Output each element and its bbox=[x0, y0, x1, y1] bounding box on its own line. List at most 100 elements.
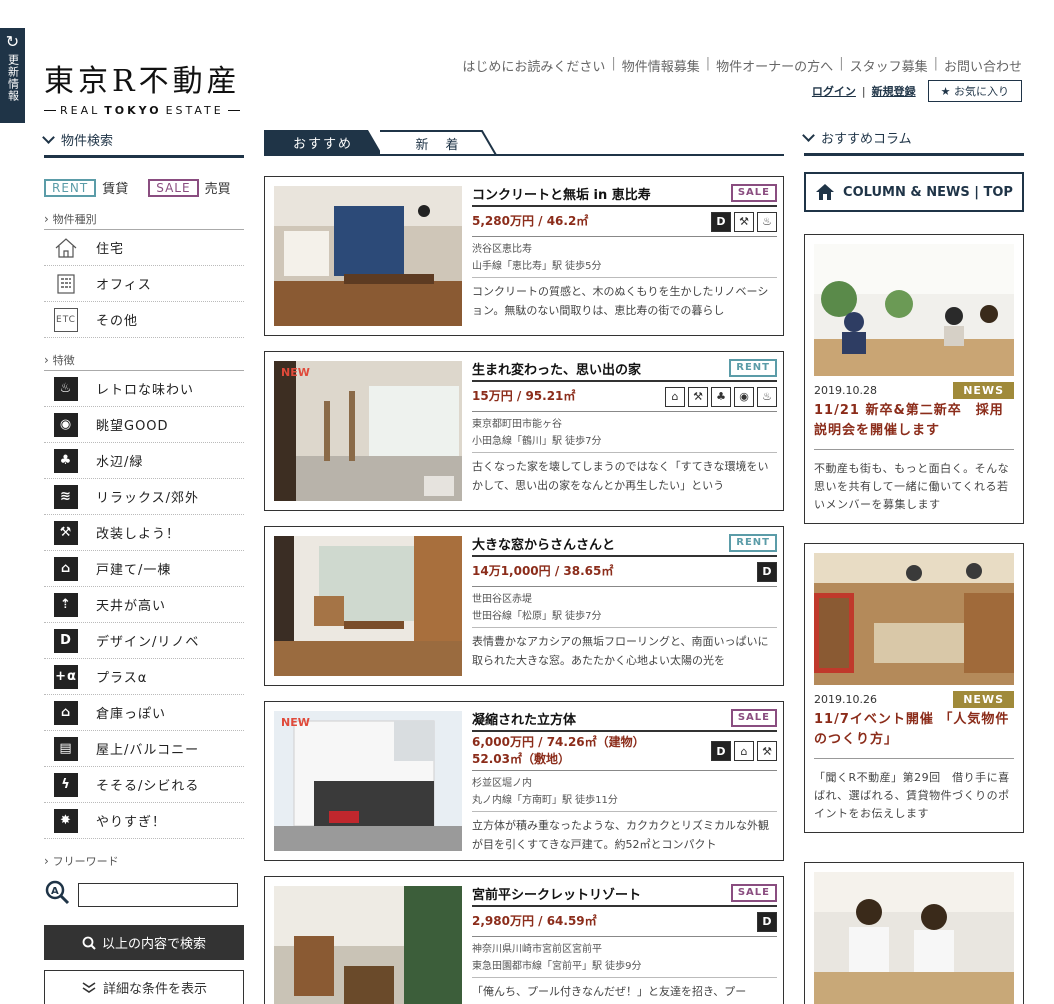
column-card[interactable]: 2019.10.26 NEWS 11/7イベント開催 「人気物件のつくり方」 「聞くR… bbox=[804, 543, 1024, 833]
column-card[interactable] bbox=[804, 862, 1024, 1004]
listing-card[interactable]: NEW 生まれ変わった、思い出の家 RENT 15万円 / 95.21㎡ ⌂ ⚒ ♣ ◉ ♨ 東京… bbox=[264, 351, 784, 511]
update-info-tab[interactable]: ↻ 更新情報 bbox=[0, 28, 25, 123]
listing-title-row: コンクリートと無垢 in 恵比寿 SALE bbox=[472, 181, 777, 207]
retro-icon: ♨ bbox=[54, 376, 78, 401]
feature-item[interactable]: ✸ やりすぎ！ bbox=[44, 803, 244, 839]
column-title[interactable]: 11/7イベント開催 「人気物件のつくり方」 bbox=[814, 710, 1014, 759]
type-label: その他 bbox=[96, 314, 139, 329]
column-photo[interactable] bbox=[814, 872, 1014, 1004]
listing-photo[interactable] bbox=[274, 186, 462, 326]
feature-item[interactable]: ⚒ 改装しよう！ bbox=[44, 515, 244, 551]
logo-en-a: REAL bbox=[60, 104, 101, 117]
feature-label: 眺望GOOD bbox=[96, 419, 169, 434]
listing-info: 凝縮された立方体 SALE 6,000万円 / 74.26㎡（建物）52.03㎡（敷… bbox=[472, 706, 777, 854]
login-link[interactable]: ログイン bbox=[812, 83, 856, 99]
feature-item[interactable]: ♨ レトロな味わい bbox=[44, 371, 244, 407]
feature-item[interactable]: ♣ 水辺/緑 bbox=[44, 443, 244, 479]
listing-card[interactable]: 宮前平シークレットリゾート SALE 2,980万円 / 64.59㎡ D 神奈川県川崎… bbox=[264, 876, 784, 1004]
freeword-input[interactable] bbox=[78, 883, 238, 907]
column-card[interactable]: 2019.10.28 NEWS 11/21 新卒&第二新卒 採用説明会を開催します不… bbox=[804, 234, 1024, 524]
nav-owners[interactable]: 物件オーナーの方へ bbox=[716, 56, 833, 75]
listing-title[interactable]: 大きな窓からさんさんと bbox=[472, 534, 615, 553]
listing-title[interactable]: 生まれ変わった、思い出の家 bbox=[472, 359, 641, 378]
retro-icon: ♨ bbox=[757, 211, 777, 232]
design-icon: D bbox=[54, 628, 78, 653]
column-panel: おすすめコラム COLUMN & NEWS | TOP 2019.10.28 NE… bbox=[802, 128, 1024, 1004]
feature-label: 倉庫っぽい bbox=[96, 707, 167, 722]
column-title[interactable]: 11/21 新卒&第二新卒 採用説明会を開催します bbox=[814, 401, 1014, 450]
listing-title[interactable]: 宮前平シークレットリゾート bbox=[472, 884, 641, 903]
rent-label[interactable]: 賃貸 bbox=[102, 178, 128, 197]
feature-item[interactable]: ϟ そそる/シビれる bbox=[44, 767, 244, 803]
search-panel: 物件検索 RENT 賃貸 SALE 売買 物件種別 住宅 オフィス ETC その… bbox=[42, 130, 244, 1004]
feature-item[interactable]: ◉ 眺望GOOD bbox=[44, 407, 244, 443]
nav-read-first[interactable]: はじめにお読みください bbox=[462, 56, 605, 75]
sale-tag[interactable]: SALE bbox=[148, 178, 199, 197]
news-badge: NEWS bbox=[953, 382, 1014, 399]
feature-label: プラスα bbox=[96, 671, 148, 686]
search-icon: A bbox=[44, 879, 74, 911]
nav-listing-recruit[interactable]: 物件情報募集 bbox=[622, 56, 700, 75]
feature-label: やりすぎ！ bbox=[96, 815, 167, 830]
listing-photo[interactable] bbox=[274, 711, 462, 851]
feature-item[interactable]: ⌂ 倉庫っぽい bbox=[44, 695, 244, 731]
listing-area: 渋谷区恵比寿 bbox=[472, 244, 532, 255]
listing-station: 東急田園都市線「宮前平」駅 徒歩9分 bbox=[472, 958, 777, 978]
site-logo[interactable]: 東京R不動産 REAL TOKYO ESTATE bbox=[44, 56, 241, 117]
design-icon: D bbox=[711, 741, 731, 761]
listing-photo[interactable] bbox=[274, 536, 462, 676]
feature-label: 水辺/緑 bbox=[96, 455, 144, 470]
feature-item[interactable]: ≋ リラックス/郊外 bbox=[44, 479, 244, 515]
nav-contact[interactable]: お問い合わせ bbox=[944, 56, 1022, 75]
new-flag: NEW bbox=[281, 366, 310, 379]
logo-en-b: TOKYO bbox=[104, 104, 162, 117]
column-heading: おすすめコラム bbox=[802, 128, 1024, 156]
type-item-office[interactable]: オフィス bbox=[44, 266, 244, 302]
listing-area: おすすめ 新 着 コンクリートと無垢 in 恵比寿 SALE 5,280万円 / 4… bbox=[264, 130, 784, 1004]
listing-card[interactable]: コンクリートと無垢 in 恵比寿 SALE 5,280万円 / 46.2㎡ D ⚒ ♨ 渋谷… bbox=[264, 176, 784, 336]
nav-staff-recruit[interactable]: スタッフ募集 bbox=[850, 56, 928, 75]
favorites-button[interactable]: ★ お気に入り bbox=[927, 80, 1022, 102]
listing-type-badge: RENT bbox=[729, 534, 777, 552]
tab-recommend[interactable]: おすすめ bbox=[264, 130, 382, 154]
feature-item[interactable]: ⌂ 戸建て/一棟 bbox=[44, 551, 244, 587]
feature-item[interactable]: D デザイン/リノベ bbox=[44, 623, 244, 659]
feature-item[interactable]: ⇡ 天井が高い bbox=[44, 587, 244, 623]
listing-description: コンクリートの質感と、木のぬくもりを生かしたリノベーション。無駄のない間取りは、… bbox=[472, 285, 769, 317]
detail-conditions-button[interactable]: 詳細な条件を表示 bbox=[44, 970, 244, 1004]
listing-area: 東京都町田市能ヶ谷 bbox=[472, 419, 562, 430]
search-submit-button[interactable]: 以上の内容で検索 bbox=[44, 925, 244, 960]
column-photo[interactable] bbox=[814, 244, 1014, 376]
feature-label: デザイン/リノベ bbox=[96, 635, 200, 650]
user-nav-separator: | bbox=[861, 84, 866, 98]
listing-type-badge: SALE bbox=[730, 709, 777, 727]
rent-sale-toggle: RENT 賃貸 SALE 売買 bbox=[44, 178, 244, 197]
column-description: 「聞くR不動産」第29回 借り手に喜ばれ、選ばれる、賃貸物件づくりのポイントをお… bbox=[814, 771, 1010, 820]
listing-title[interactable]: コンクリートと無垢 in 恵比寿 bbox=[472, 184, 651, 203]
nav-separator: | bbox=[705, 56, 711, 71]
column-photo[interactable] bbox=[814, 553, 1014, 685]
type-label: 住宅 bbox=[96, 242, 125, 257]
sale-label[interactable]: 売買 bbox=[205, 178, 231, 197]
listing-card[interactable]: 大きな窓からさんさんと RENT 14万1,000円 / 38.65㎡ D 世田谷区赤堤… bbox=[264, 526, 784, 686]
feature-item[interactable]: ▤ 屋上/バルコニー bbox=[44, 731, 244, 767]
column-news-top-button[interactable]: COLUMN & NEWS | TOP bbox=[804, 172, 1024, 212]
feature-item[interactable]: +α プラスα bbox=[44, 659, 244, 695]
listing-card[interactable]: NEW 凝縮された立方体 SALE 6,000万円 / 74.26㎡（建物）52.03… bbox=[264, 701, 784, 861]
office-icon bbox=[54, 272, 78, 296]
listing-station: 山手線「恵比寿」駅 徒歩5分 bbox=[472, 258, 777, 278]
listing-title[interactable]: 凝縮された立方体 bbox=[472, 709, 576, 728]
type-item-etc[interactable]: ETC その他 bbox=[44, 302, 244, 338]
user-nav: ログイン | 新規登録 ★ お気に入り bbox=[812, 80, 1022, 102]
feature-heading: 特徴 bbox=[44, 352, 244, 371]
listing-price: 5,280万円 / 46.2㎡ bbox=[472, 214, 589, 228]
listing-photo[interactable] bbox=[274, 361, 462, 501]
type-item-house[interactable]: 住宅 bbox=[44, 230, 244, 266]
listing-description: 表情豊かなアカシアの無垢フローリングと、南面いっぱいに取られた大きな窓。あたたか… bbox=[472, 635, 769, 667]
column-meta: 2019.10.28 NEWS bbox=[814, 382, 1014, 399]
search-icon bbox=[82, 936, 96, 950]
listing-info: 生まれ変わった、思い出の家 RENT 15万円 / 95.21㎡ ⌂ ⚒ ♣ ◉ ♨ 東京都町田… bbox=[472, 356, 777, 495]
register-link[interactable]: 新規登録 bbox=[872, 83, 916, 99]
listing-photo[interactable] bbox=[274, 886, 462, 1004]
rent-tag[interactable]: RENT bbox=[44, 178, 97, 197]
